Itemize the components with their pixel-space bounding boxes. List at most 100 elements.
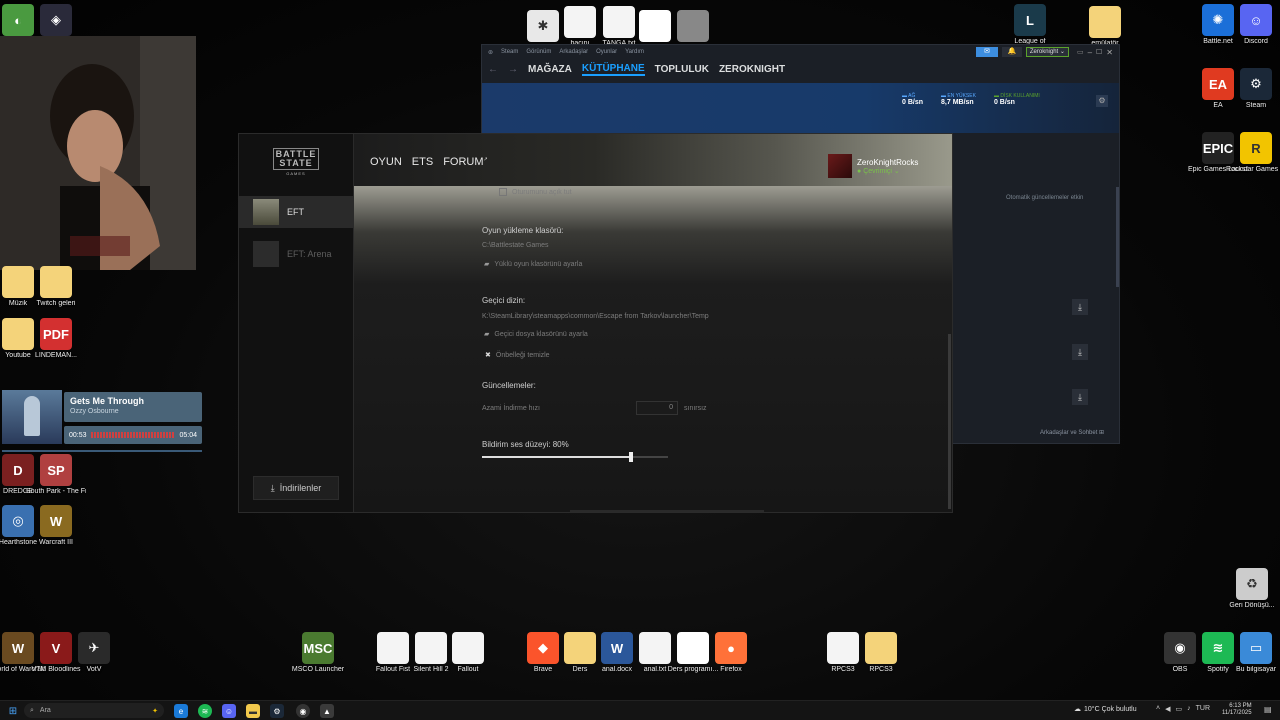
desktop-shortcut-icon (452, 632, 484, 664)
spotify-now-playing-widget[interactable]: Gets Me Through Ozzy Osbourne 00:53 05:0… (2, 390, 202, 454)
progress-underline (2, 450, 202, 452)
desktop.right_icons-icon-3[interactable]: R Rockstar Games ... (1226, 132, 1280, 174)
desktop.left_icons-icon-1[interactable]: Twitch geleri (26, 266, 86, 308)
settings-scrollbar[interactable] (948, 334, 951, 509)
user-status: ● Çevrimiçi ⌄ (857, 167, 900, 175)
friends-chat-button[interactable]: Arkadaşlar ve Sohbet ⊞ (1040, 429, 1104, 436)
download-limit-unit: sınırsız (684, 405, 707, 412)
desktop-shortcut-icon (865, 632, 897, 664)
nav-community[interactable]: TOPLULUK (655, 64, 709, 75)
desktop-icon-label: VotV (86, 666, 102, 673)
nav-library[interactable]: KÜTÜPHANE (581, 63, 645, 76)
game-item-eft[interactable]: EFT (239, 196, 354, 228)
steam-menu-3[interactable]: Oyunlar (596, 49, 617, 56)
steam-logo-icon: ⊛ (488, 50, 494, 56)
nav-forum[interactable]: FORUM↗ (443, 156, 488, 168)
avatar (828, 154, 852, 178)
game-item-eft-arena[interactable]: EFT: Arena (239, 238, 354, 270)
user-profile[interactable]: ZeroKnightRocks ● Çevrimiçi ⌄ (828, 154, 918, 178)
steam-scrollbar[interactable] (1116, 187, 1119, 287)
resize-grip[interactable] (570, 510, 764, 512)
desktop.right_icons-icon-4[interactable]: ♻ Geri Dönüşü... (1222, 568, 1280, 610)
game-label-eft-arena: EFT: Arena (287, 249, 332, 259)
steam-menubar: ⊛ Steam Görünüm Arkadaşlar Oyunlar Yardı… (488, 49, 644, 56)
start-windows-icon[interactable]: ⊞ (6, 704, 20, 718)
username: ZeroKnightRocks (857, 157, 919, 167)
desktop.top_icons-icon-10[interactable]: ☺ Discord (1226, 4, 1280, 46)
battlestate-launcher-window[interactable]: BATTLE STATE GAMES EFT EFT: Arena ⤓ İndi… (238, 133, 953, 513)
back-arrow-icon[interactable]: ← (488, 64, 498, 75)
set-temp-folder-button[interactable]: ▰ Geçici dosya klasörünü ayarla (484, 330, 588, 339)
nav-profile[interactable]: ZEROKNIGHT (719, 64, 785, 75)
notifications-icon[interactable]: 🔔 (1001, 47, 1022, 57)
download-settings-icon[interactable]: ⚙ (1096, 95, 1108, 107)
obs-taskbar-icon[interactable]: ◉ (296, 704, 310, 718)
nav-store[interactable]: MAĞAZA (528, 64, 572, 75)
weather[interactable]: ☁ 10°C Çok bulutlu (1074, 705, 1137, 714)
close-icon[interactable]: ✕ (1106, 48, 1113, 57)
steam-menu-2[interactable]: Arkadaşlar (559, 49, 588, 56)
steam-taskbar-icon[interactable]: ⚙ (270, 704, 284, 718)
taskbar-search[interactable]: ⌕ Ara ✦ (24, 703, 164, 718)
x-icon: ✖ (485, 352, 491, 359)
desktop-icon-label: Twitch geleri (36, 300, 76, 307)
clock[interactable]: 6:13 PM 11/17/2025 (1222, 703, 1252, 717)
settings-panel: Oturumunu açık tut Oyun yükleme klasörü:… (354, 186, 952, 512)
nav-ets[interactable]: ETS (412, 156, 433, 168)
volume-slider[interactable] (482, 452, 668, 462)
download-stats: ▬ AĞ 0 B/sn ▬ EN YÜKSEK 8,7 MB/sn ▬ DİSK… (902, 93, 1040, 106)
set-install-folder-button[interactable]: ▰ Yüklü oyun klasörünü ayarla (484, 260, 582, 269)
desktop.bottom_icons-icon-3[interactable]: Fallout (438, 632, 498, 674)
track-artist: Ozzy Osbourne (70, 408, 119, 415)
desktop.top_icons-icon-7[interactable]: L League of (1000, 4, 1060, 46)
volume-icon[interactable]: ♪ (1187, 705, 1191, 713)
desktop.left_icons-icon-5[interactable]: SP South Park - The Fractur... (26, 454, 86, 496)
downloads-button[interactable]: ⤓ İndirilenler (253, 476, 339, 500)
battlestate-taskbar-icon[interactable]: ▲ (320, 704, 334, 718)
desktop.right_icons-icon-1[interactable]: ⚙ Steam (1226, 68, 1280, 110)
desktop.bottom_icons-icon-0[interactable]: MSC MSCO Launcher (288, 632, 348, 674)
keep-session-checkbox[interactable]: Oturumunu açık tut (499, 188, 572, 196)
desktop-shortcut-icon: ✈ (78, 632, 110, 664)
steam-downloads-banner: ▬ AĞ 0 B/sn ▬ EN YÜKSEK 8,7 MB/sn ▬ DİSK… (482, 83, 1119, 133)
download-button-3[interactable]: ⤓ (1072, 389, 1088, 405)
nav-oyun[interactable]: OYUN (370, 156, 402, 168)
language[interactable]: TUR (1196, 705, 1210, 713)
explorer-icon[interactable]: ▬ (246, 704, 260, 718)
notification-icon[interactable]: ▤ (1264, 705, 1272, 714)
desktop.top_icons-icon-8[interactable]: emülatör (1075, 6, 1135, 48)
desktop.left_icons-icon-10[interactable]: ✈ VotV (64, 632, 124, 674)
download-button-2[interactable]: ⤓ (1072, 344, 1088, 360)
desktop.top_icons-icon-1[interactable]: ◈ (26, 4, 86, 38)
bigpicture-icon[interactable]: ▭ (1077, 48, 1084, 56)
eft-thumbnail (253, 199, 279, 225)
volume-slider-knob[interactable] (628, 452, 633, 462)
desktop.bottom_icons-icon-9[interactable]: ● Firefox (701, 632, 761, 674)
download-button-1[interactable]: ⤓ (1072, 299, 1088, 315)
clear-cache-button[interactable]: ✖ Önbelleği temizle (485, 351, 550, 360)
network-icon[interactable]: ▭ (1175, 705, 1182, 713)
steam-menu-1[interactable]: Görünüm (526, 49, 551, 56)
tray-icons: ˄ ◀ ▭ ♪ TUR (1156, 705, 1210, 713)
steam-menu-4[interactable]: Yardım (625, 49, 644, 56)
speaker-icon[interactable]: ◀ (1165, 705, 1170, 713)
spotify-taskbar-icon[interactable]: ≋ (198, 704, 212, 718)
desktop.bottom_icons-icon-11[interactable]: RPCS3 (851, 632, 911, 674)
forward-arrow-icon[interactable]: → (508, 64, 518, 75)
desktop-icon-label: RPCS3 (869, 666, 893, 673)
updates-label: Güncellemeler: (482, 381, 536, 390)
temp-folder-label: Geçici dizin: (482, 296, 526, 305)
minimize-icon[interactable]: – (1088, 48, 1092, 57)
account-menu[interactable]: Zeroknight ⌄ (1025, 47, 1069, 57)
announce-button[interactable]: ✉ (975, 47, 998, 57)
desktop.left_icons-icon-7[interactable]: W Warcraft III (26, 505, 86, 547)
download-limit-input[interactable]: 0 (636, 401, 678, 415)
desktop.left_icons-icon-3[interactable]: PDF LINDEMAN... (26, 318, 86, 360)
progress-track[interactable] (90, 432, 176, 438)
edge-icon[interactable]: e (174, 704, 188, 718)
chevron-up-icon[interactable]: ˄ (1156, 705, 1160, 713)
desktop.right_icons-icon-7[interactable]: ▭ Bu bilgisayar (1226, 632, 1280, 674)
maximize-icon[interactable]: ☐ (1096, 48, 1102, 56)
steam-menu-0[interactable]: Steam (501, 49, 518, 56)
discord-taskbar-icon[interactable]: ☺ (222, 704, 236, 718)
